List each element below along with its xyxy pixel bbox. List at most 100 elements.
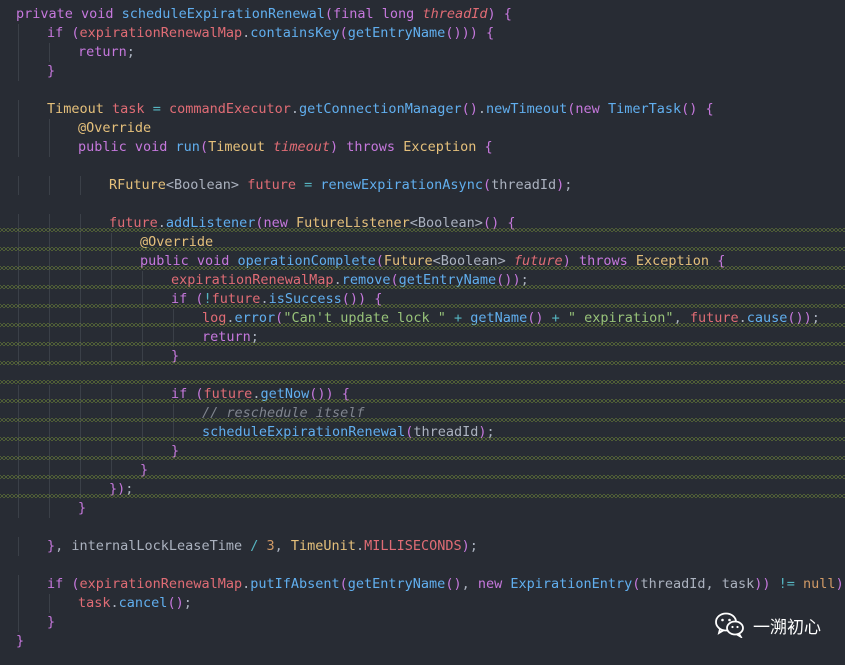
code-line[interactable]: task.cancel(); xyxy=(0,594,845,613)
code-token: commandExecutor xyxy=(168,101,291,117)
code-token: task xyxy=(78,595,111,611)
code-token: final xyxy=(333,6,382,22)
code-line[interactable]: log.error("Can't update lock " + getName… xyxy=(0,309,845,328)
indent-guide xyxy=(49,594,50,613)
code-line[interactable]: if (expirationRenewalMap.putIfAbsent(get… xyxy=(0,575,845,594)
warning-squiggle xyxy=(0,228,845,232)
code-token: MILLISECONDS xyxy=(364,538,462,554)
code-token: TimeUnit xyxy=(290,538,356,554)
code-token: if xyxy=(47,25,72,41)
code-token: ) xyxy=(835,576,844,592)
code-token: = xyxy=(152,101,161,117)
indent-guide xyxy=(18,62,19,81)
warning-squiggle xyxy=(0,399,845,403)
code-line[interactable]: } xyxy=(0,442,845,461)
wechat-icon xyxy=(715,612,744,638)
code-line[interactable] xyxy=(0,81,845,100)
indent-guide xyxy=(49,176,50,195)
code-line[interactable]: } xyxy=(0,62,845,81)
code-token: } xyxy=(16,633,25,649)
code-line[interactable] xyxy=(0,518,845,537)
code-token: } xyxy=(47,538,56,554)
code-text: } xyxy=(47,62,55,81)
code-token: renewExpirationAsync xyxy=(320,177,483,193)
warning-squiggle xyxy=(0,323,845,327)
code-token: run xyxy=(175,139,200,155)
code-line[interactable]: Timeout task = commandExecutor.getConnec… xyxy=(0,100,845,119)
code-token: () xyxy=(681,101,698,117)
code-line[interactable]: public void operationComplete(Future<Boo… xyxy=(0,252,845,271)
code-text: private void scheduleExpirationRenewal(f… xyxy=(16,5,512,24)
code-line[interactable] xyxy=(0,157,845,176)
code-token: @Override xyxy=(78,120,152,136)
code-token: public xyxy=(78,139,135,155)
code-token: ( xyxy=(199,139,209,155)
code-token: )) xyxy=(461,25,478,41)
code-line[interactable]: } xyxy=(0,347,845,366)
code-line[interactable]: if (expirationRenewalMap.containsKey(get… xyxy=(0,24,845,43)
code-token: new xyxy=(575,101,608,117)
code-token: () xyxy=(445,576,462,592)
code-token: } xyxy=(78,500,87,516)
code-line[interactable]: }, internalLockLeaseTime / 3, TimeUnit.M… xyxy=(0,537,845,556)
indent-guide xyxy=(49,499,50,518)
code-line[interactable]: // reschedule itself xyxy=(0,404,845,423)
code-token: <Boolean> xyxy=(165,177,248,193)
warning-squiggle xyxy=(0,285,845,289)
code-text: @Override xyxy=(78,119,151,138)
code-token: ; xyxy=(126,44,135,60)
code-token: putIfAbsent xyxy=(250,576,340,592)
code-token: cancel xyxy=(118,595,168,611)
code-line[interactable]: if (future.getNow()) { xyxy=(0,385,845,404)
code-line[interactable]: @Override xyxy=(0,233,845,252)
code-line[interactable]: scheduleExpirationRenewal(threadId); xyxy=(0,423,845,442)
code-token: newTimeout xyxy=(486,101,568,117)
code-token: threadId xyxy=(491,177,557,193)
code-token: () xyxy=(461,101,478,117)
code-line[interactable]: private void scheduleExpirationRenewal(f… xyxy=(0,5,845,24)
code-token: { xyxy=(705,101,714,117)
warning-squiggle xyxy=(0,247,845,251)
warning-squiggle xyxy=(0,475,845,479)
code-line[interactable] xyxy=(0,195,845,214)
code-line[interactable]: }); xyxy=(0,480,845,499)
code-line[interactable] xyxy=(0,556,845,575)
code-token: ( xyxy=(324,6,334,22)
warning-squiggle xyxy=(0,266,845,270)
indent-guide xyxy=(18,613,19,632)
code-token: threadId xyxy=(422,6,488,22)
code-line[interactable]: } xyxy=(0,461,845,480)
code-text: if (expirationRenewalMap.containsKey(get… xyxy=(47,24,494,43)
code-token: scheduleExpirationRenewal xyxy=(121,6,325,22)
code-line[interactable]: return; xyxy=(0,43,845,62)
code-token: new xyxy=(477,576,511,592)
code-line[interactable]: return; xyxy=(0,328,845,347)
code-line[interactable]: RFuture<Boolean> future = renewExpiratio… xyxy=(0,176,845,195)
code-line[interactable]: future.addListener(new FutureListener<Bo… xyxy=(0,214,845,233)
indent-guide xyxy=(18,43,19,62)
indent-guide xyxy=(18,537,19,556)
code-text: Timeout task = commandExecutor.getConnec… xyxy=(47,100,714,119)
code-token: () xyxy=(167,595,184,611)
code-token: task xyxy=(112,101,145,117)
code-token: getEntryName xyxy=(347,25,446,41)
indent-guide xyxy=(18,100,19,119)
code-token: . xyxy=(110,595,119,611)
code-line[interactable]: public void run(Timeout timeout) throws … xyxy=(0,138,845,157)
indent-guide xyxy=(49,119,50,138)
code-line[interactable] xyxy=(0,366,845,385)
code-text: } xyxy=(78,499,86,518)
code-text: } xyxy=(47,613,55,632)
code-line[interactable]: if (!future.isSuccess()) { xyxy=(0,290,845,309)
code-line[interactable]: } xyxy=(0,499,845,518)
code-token: Timeout xyxy=(47,101,113,117)
indent-guide xyxy=(80,176,81,195)
code-line[interactable]: @Override xyxy=(0,119,845,138)
code-line[interactable]: expirationRenewalMap.remove(getEntryName… xyxy=(0,271,845,290)
code-token: { xyxy=(484,139,493,155)
code-token: . xyxy=(355,538,365,554)
code-editor[interactable]: private void scheduleExpirationRenewal(f… xyxy=(0,0,845,665)
